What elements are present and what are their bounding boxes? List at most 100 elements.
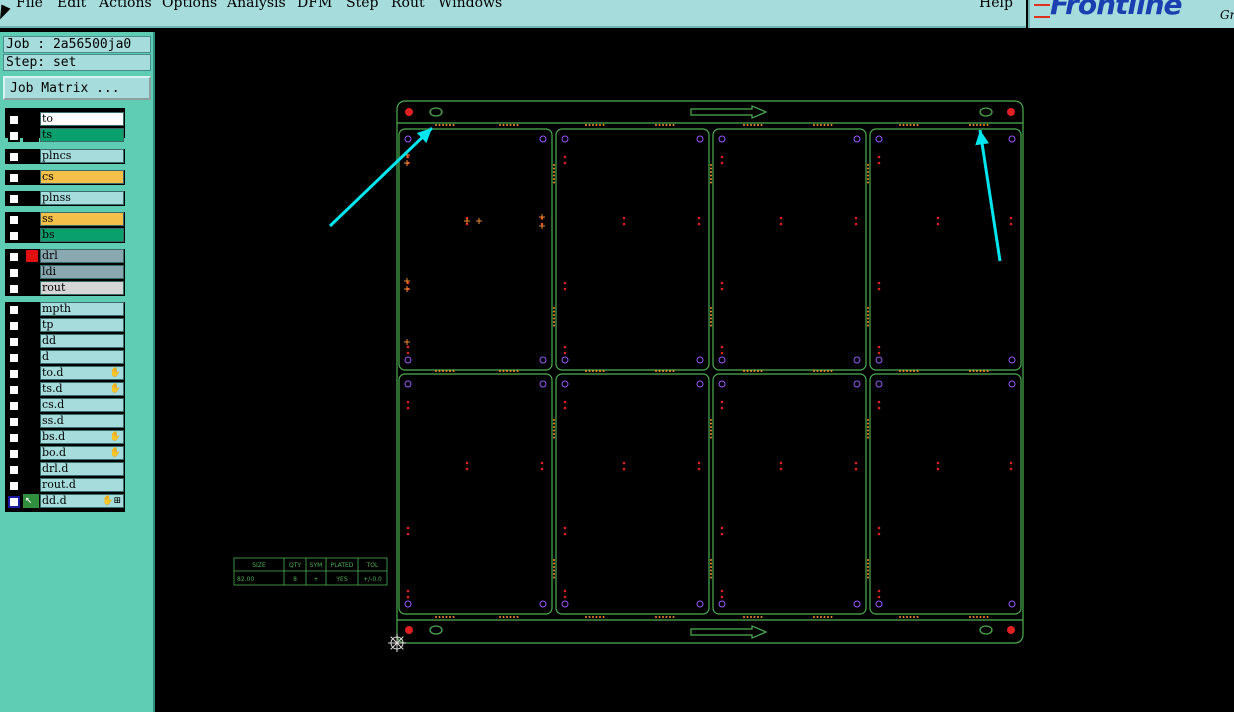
- layer-checkbox[interactable]: [8, 448, 20, 460]
- layer-checkbox[interactable]: [8, 304, 20, 316]
- breakout-tab-hole: [899, 124, 901, 126]
- menu-help[interactable]: Help: [979, 0, 1013, 11]
- layer-row-cs[interactable]: cs: [5, 170, 125, 184]
- layer-row-drl-d[interactable]: drl.d: [5, 462, 125, 476]
- layer-row-to[interactable]: to: [5, 112, 125, 126]
- breakout-tab-hole: [743, 616, 745, 618]
- layer-row-mpth[interactable]: mpth: [5, 302, 125, 316]
- layer-row-rout[interactable]: rout: [5, 281, 125, 295]
- layer-row-bs[interactable]: bs: [5, 228, 125, 242]
- layer-checkbox[interactable]: [8, 464, 20, 476]
- layer-row-dd-d[interactable]: ↖ dd.d ✋⊞: [5, 492, 125, 508]
- layer-row-plnss[interactable]: plnss: [5, 191, 125, 205]
- via-circle: [875, 600, 883, 608]
- breakout-tab-hole: [757, 616, 759, 618]
- layer-checkbox[interactable]: [8, 114, 20, 126]
- menu-dfm[interactable]: DFM: [297, 0, 332, 11]
- layer-row-ss-d[interactable]: ss.d: [5, 414, 125, 428]
- breakout-tab-hole: [710, 429, 712, 432]
- layer-row-plncs[interactable]: plncs: [5, 149, 125, 163]
- drill-hole: [720, 161, 724, 165]
- breakout-tab-hole: [750, 616, 752, 618]
- layer-label: to.d ✋: [40, 366, 124, 380]
- menu-file[interactable]: File: [16, 0, 43, 11]
- breakout-tab-hole: [867, 324, 869, 327]
- breakout-tab-hole: [753, 124, 756, 126]
- drill-hole: [779, 467, 783, 471]
- menu-analysis[interactable]: Analysis: [227, 0, 286, 11]
- drill-hole: [877, 595, 881, 599]
- layer-row-dd[interactable]: dd: [5, 334, 125, 348]
- via-circle: [1008, 380, 1016, 388]
- layer-row-ss[interactable]: ss: [5, 212, 125, 226]
- drill-hole: [697, 461, 701, 465]
- layer-checkbox[interactable]: [8, 251, 20, 263]
- job-matrix-button[interactable]: Job Matrix ...: [3, 76, 151, 100]
- board-outline: [712, 128, 867, 371]
- layer-row-to-d[interactable]: to.d ✋: [5, 366, 125, 380]
- breakout-tab-hole: [445, 124, 448, 126]
- drill-hole: [563, 351, 567, 355]
- layer-checkbox[interactable]: [8, 416, 20, 428]
- layer-checkbox[interactable]: [8, 193, 20, 205]
- layer-checkbox[interactable]: [8, 400, 20, 412]
- layer-checkbox[interactable]: [8, 480, 20, 492]
- menu-step[interactable]: Step: [346, 0, 378, 11]
- layer-checkbox[interactable]: [8, 130, 20, 142]
- breakout-tab-hole: [672, 616, 675, 618]
- layer-color-swatch: [23, 212, 39, 226]
- layer-color-swatch: [23, 446, 39, 460]
- breakout-tab-hole: [502, 124, 505, 126]
- drill-hole: [936, 467, 940, 471]
- breakout-tab-hole: [983, 616, 985, 618]
- breakout-tab-hole: [672, 124, 675, 126]
- layer-checkbox[interactable]: [8, 230, 20, 242]
- layer-row-ts[interactable]: ts: [5, 128, 125, 142]
- layer-row-bo-d[interactable]: bo.d ✋: [5, 446, 125, 460]
- breakout-tab-hole: [867, 178, 869, 180]
- drill-hole: [406, 400, 410, 404]
- graphics-canvas[interactable]: SIZE QTY SYM PLATED TOL 82.00 8 + YES +/-0.0: [157, 30, 1234, 712]
- breakout-tab-hole: [710, 573, 712, 575]
- breakout-tab-hole: [710, 324, 712, 327]
- layer-checkbox[interactable]: [8, 320, 20, 332]
- layer-row-drl[interactable]: drl: [5, 249, 125, 263]
- breakout-tab-hole: [979, 616, 982, 618]
- layer-row-ldi[interactable]: ldi: [5, 265, 125, 279]
- breakout-tab-hole: [710, 559, 712, 561]
- layer-row-d[interactable]: d: [5, 350, 125, 364]
- layer-checkbox[interactable]: [8, 352, 20, 364]
- layer-checkbox[interactable]: [8, 432, 20, 444]
- layer-checkbox[interactable]: [8, 496, 20, 508]
- layer-row-bs-d[interactable]: bs.d ✋: [5, 430, 125, 444]
- layer-checkbox[interactable]: [8, 151, 20, 163]
- layer-row-cs-d[interactable]: cs.d: [5, 398, 125, 412]
- layer-checkbox[interactable]: [8, 267, 20, 279]
- layer-row-ts-d[interactable]: ts.d ✋: [5, 382, 125, 396]
- breakout-tab-hole: [979, 370, 982, 372]
- menu-actions[interactable]: Actions: [99, 0, 152, 11]
- menu-edit[interactable]: Edit: [57, 0, 86, 11]
- breakout-tab-hole: [553, 426, 555, 428]
- layer-row-tp[interactable]: tp: [5, 318, 125, 332]
- breakout-tab-hole: [913, 370, 915, 372]
- breakout-tab-hole: [906, 616, 908, 618]
- layer-row-rout-d[interactable]: rout.d: [5, 478, 125, 492]
- menu-windows[interactable]: Windows: [438, 0, 502, 11]
- cross-mark-icon: [539, 223, 545, 229]
- layer-checkbox[interactable]: [8, 368, 20, 380]
- breakout-tab-hole: [499, 124, 501, 126]
- layer-checkbox[interactable]: [8, 336, 20, 348]
- breakout-tab-hole: [672, 370, 675, 372]
- layer-checkbox[interactable]: [8, 214, 20, 226]
- layer-checkbox[interactable]: [8, 384, 20, 396]
- menu-rout[interactable]: Rout: [391, 0, 425, 11]
- breakout-tab-hole: [820, 370, 822, 372]
- breakout-tab-hole: [710, 310, 712, 313]
- layer-color-swatch: [23, 478, 39, 492]
- breakout-tab-hole: [976, 616, 978, 618]
- menu-options[interactable]: Options: [162, 0, 217, 11]
- layer-checkbox[interactable]: [8, 172, 20, 184]
- layer-checkbox[interactable]: [8, 283, 20, 295]
- tooling-hole: [1007, 108, 1015, 116]
